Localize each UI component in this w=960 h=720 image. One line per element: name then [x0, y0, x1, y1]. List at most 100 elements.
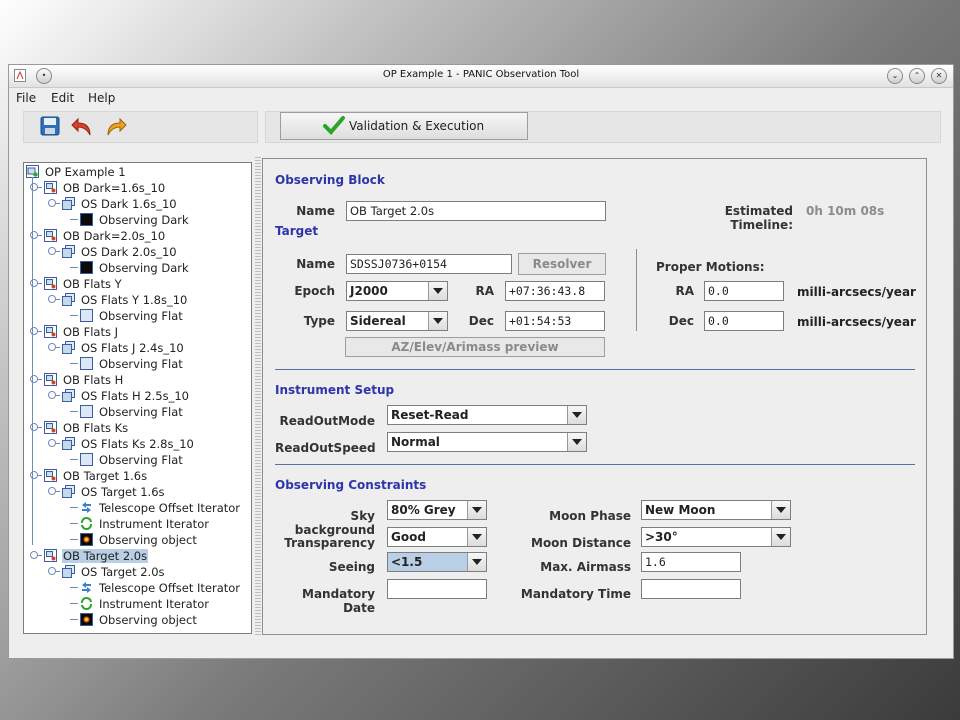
chevron-down-icon	[467, 528, 486, 546]
tree-item[interactable]: Observing Dark	[24, 260, 249, 276]
tree-item[interactable]: OS Flats J 2.4s_10	[24, 340, 249, 356]
minimize-button[interactable]: ⌄	[887, 68, 903, 84]
tree-item[interactable]: OS Flats H 2.5s_10	[24, 388, 249, 404]
max-airmass-input[interactable]: 1.6	[641, 552, 741, 572]
os-icon	[62, 293, 75, 306]
tree-connector	[70, 267, 78, 268]
menu-bar: File Edit Help	[9, 87, 953, 109]
tree-item-label: OB Flats H	[63, 373, 124, 387]
ob-name-label: Name	[296, 204, 335, 218]
tree-item[interactable]: OB Target 2.0s	[24, 548, 249, 564]
sky-background-select[interactable]: 80% Grey	[387, 500, 487, 520]
tree-item[interactable]: OB Flats Ks	[24, 420, 249, 436]
expand-handle-icon[interactable]	[48, 247, 56, 255]
tree-item[interactable]: Telescope Offset Iterator	[24, 580, 249, 596]
offset-icon	[80, 501, 93, 514]
readoutmode-select[interactable]: Reset-Read	[387, 405, 587, 425]
ra-input[interactable]: +07:36:43.8	[505, 281, 605, 301]
tree-item[interactable]: Telescope Offset Iterator	[24, 500, 249, 516]
section-separator	[275, 464, 915, 465]
expand-handle-icon[interactable]	[48, 487, 56, 495]
pm-ra-input[interactable]: 0.0	[704, 281, 784, 301]
tree-item[interactable]: OS Dark 2.0s_10	[24, 244, 249, 260]
tree-connector	[70, 539, 78, 540]
flat-icon	[80, 357, 93, 370]
expand-handle-icon[interactable]	[48, 567, 56, 575]
expand-handle-icon[interactable]	[48, 295, 56, 303]
undo-icon[interactable]	[70, 115, 94, 137]
maximize-button[interactable]: ⌃	[909, 68, 925, 84]
type-select[interactable]: Sidereal	[346, 311, 448, 331]
pm-ra-units: milli-arcsecs/year	[797, 285, 916, 299]
tree-item[interactable]: Instrument Iterator	[24, 516, 249, 532]
chevron-down-icon	[567, 406, 586, 424]
expand-handle-icon[interactable]	[48, 439, 56, 447]
tree-item[interactable]: OB Dark=1.6s_10	[24, 180, 249, 196]
tree-item[interactable]: Observing Flat	[24, 308, 249, 324]
tree-item[interactable]: OB Target 1.6s	[24, 468, 249, 484]
flat-icon	[80, 309, 93, 322]
close-button[interactable]: ✕	[931, 68, 947, 84]
mandatory-date-input[interactable]	[387, 579, 487, 599]
transparency-select[interactable]: Good	[387, 527, 487, 547]
file-toolbar	[23, 111, 258, 143]
tree-item[interactable]: OS Dark 1.6s_10	[24, 196, 249, 212]
tree-item[interactable]: OS Target 2.0s	[24, 564, 249, 580]
readoutmode-value: Reset-Read	[391, 408, 469, 422]
save-icon[interactable]	[39, 115, 61, 137]
tree-item-label: Instrument Iterator	[99, 517, 209, 531]
tree-item[interactable]: Observing object	[24, 532, 249, 548]
chevron-down-icon	[428, 312, 447, 330]
seeing-value: <1.5	[391, 555, 423, 569]
tree-item[interactable]: Observing Flat	[24, 356, 249, 372]
moon-distance-select[interactable]: >30°	[641, 527, 791, 547]
az-elev-airmass-preview-button[interactable]: AZ/Elev/Arimass preview	[345, 337, 605, 357]
tree-item[interactable]: OB Flats H	[24, 372, 249, 388]
menu-file[interactable]: File	[16, 91, 36, 105]
tree-item[interactable]: Observing Flat	[24, 452, 249, 468]
chevron-down-icon	[428, 282, 447, 300]
expand-handle-icon[interactable]	[48, 343, 56, 351]
pm-dec-input[interactable]: 0.0	[704, 311, 784, 331]
expand-handle-icon[interactable]	[48, 391, 56, 399]
moon-phase-select[interactable]: New Moon	[641, 500, 791, 520]
tree-item-label: OS Flats Y 1.8s_10	[81, 293, 188, 307]
tree-item[interactable]: OS Flats Y 1.8s_10	[24, 292, 249, 308]
menu-edit[interactable]: Edit	[51, 91, 74, 105]
mandatory-time-input[interactable]	[641, 579, 741, 599]
ob-name-input[interactable]: OB Target 2.0s	[346, 201, 606, 221]
epoch-select[interactable]: J2000	[346, 281, 448, 301]
target-name-input[interactable]: SDSSJ0736+0154	[346, 254, 512, 274]
ob-icon	[44, 373, 57, 386]
tree-item[interactable]: Observing Dark	[24, 212, 249, 228]
type-label: Type	[303, 314, 335, 328]
menu-help[interactable]: Help	[88, 91, 115, 105]
epoch-label: Epoch	[294, 284, 335, 298]
tree-item[interactable]: Observing Flat	[24, 404, 249, 420]
redo-icon[interactable]	[104, 115, 128, 137]
tree-item[interactable]: OS Target 1.6s	[24, 484, 249, 500]
tree-item[interactable]: OS Flats Ks 2.8s_10	[24, 436, 249, 452]
validation-execution-button[interactable]: Validation & Execution	[280, 112, 528, 140]
split-pane-divider[interactable]	[255, 157, 261, 637]
resolver-button[interactable]: Resolver	[518, 253, 606, 275]
chevron-down-icon	[467, 501, 486, 519]
execution-toolbar: Validation & Execution	[265, 111, 941, 143]
tree-item[interactable]: OB Dark=2.0s_10	[24, 228, 249, 244]
seeing-select[interactable]: <1.5	[387, 552, 487, 572]
dec-input[interactable]: +01:54:53	[505, 311, 605, 331]
tree-item[interactable]: OB Flats J	[24, 324, 249, 340]
expand-handle-icon[interactable]	[48, 199, 56, 207]
estimated-timeline-label: Estimated Timeline:	[724, 204, 793, 232]
observation-tree[interactable]: OP Example 1 OB Dark=1.6s_10 OS Dark 1.6s_…	[23, 162, 252, 634]
tree-item[interactable]: OB Flats Y	[24, 276, 249, 292]
expand-handle-icon[interactable]	[30, 551, 38, 559]
tree-connector	[70, 523, 78, 524]
readoutspeed-select[interactable]: Normal	[387, 432, 587, 452]
tree-root[interactable]: OP Example 1	[24, 164, 249, 180]
title-bar: • OP Example 1 - PANIC Observation Tool …	[9, 65, 953, 88]
tree-item-label: Observing Flat	[99, 453, 183, 467]
tree-item[interactable]: Observing object	[24, 612, 249, 628]
offset-icon	[80, 581, 93, 594]
tree-item[interactable]: Instrument Iterator	[24, 596, 249, 612]
